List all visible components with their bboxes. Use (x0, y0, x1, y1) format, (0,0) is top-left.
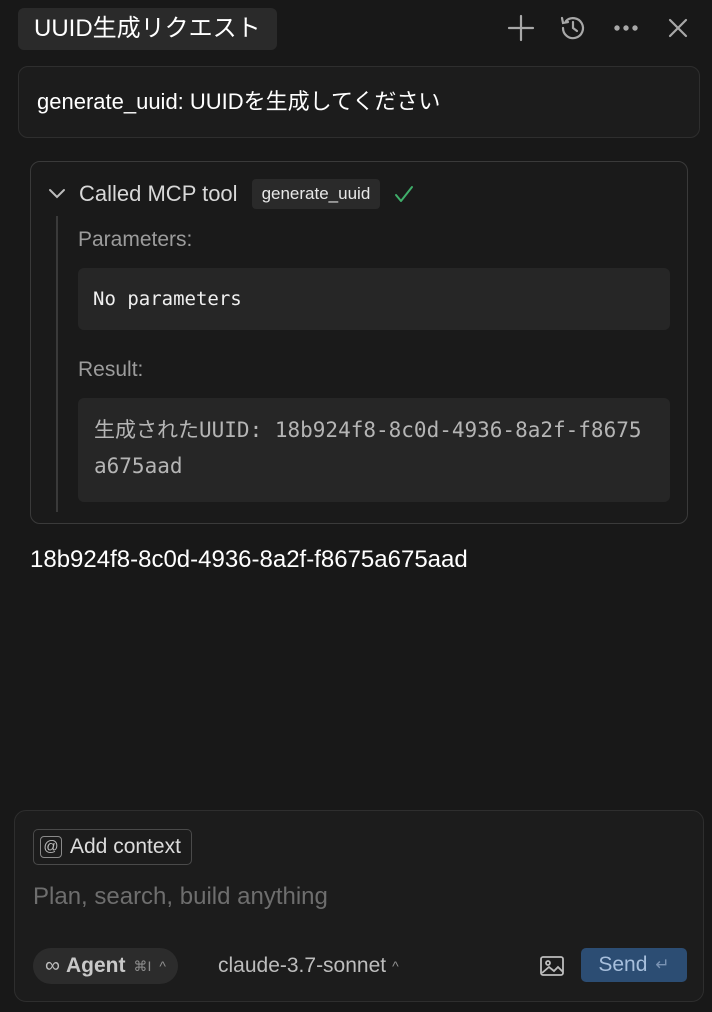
send-button[interactable]: Send ↵ (581, 948, 687, 982)
at-icon: @ (40, 836, 62, 858)
tool-call-header[interactable]: Called MCP tool generate_uuid (47, 178, 416, 210)
close-icon[interactable] (662, 12, 694, 44)
chat-header: UUID生成リクエスト (0, 0, 712, 60)
enter-icon: ↵ (655, 955, 670, 974)
agent-label: Agent (65, 954, 126, 977)
history-icon[interactable] (557, 12, 589, 44)
agent-shortcut: ⌘I (133, 957, 152, 974)
add-context-label: Add context (70, 835, 181, 858)
tool-call-divider (56, 216, 58, 512)
chevron-up-icon: ^ (159, 958, 166, 974)
result-label: Result: (78, 358, 144, 381)
chat-title-tab[interactable]: UUID生成リクエスト (18, 8, 277, 50)
infinity-icon: ∞ (45, 954, 60, 977)
plus-icon[interactable] (505, 12, 537, 44)
composer: @ Add context ∞ Agent ⌘I ^ claude-3.7-so… (14, 810, 704, 1002)
add-context-button[interactable]: @ Add context (33, 829, 192, 865)
more-icon[interactable] (610, 12, 642, 44)
result-value: 生成されたUUID: 18b924f8-8c0d-4936-8a2f-f8675… (78, 398, 670, 502)
tool-call-title: Called MCP tool (79, 181, 238, 206)
image-icon[interactable] (539, 955, 565, 977)
agent-mode-selector[interactable]: ∞ Agent ⌘I ^ (33, 948, 178, 984)
tool-call-card: Called MCP tool generate_uuid Parameters… (30, 161, 688, 524)
tool-name-badge: generate_uuid (251, 179, 381, 209)
model-selector[interactable]: claude-3.7-sonnet ^ (218, 948, 399, 984)
assistant-response: 18b924f8-8c0d-4936-8a2f-f8675a675aad (30, 546, 468, 573)
send-label: Send (598, 953, 648, 976)
check-icon (392, 182, 416, 206)
parameters-value: No parameters (78, 268, 670, 330)
chevron-up-icon: ^ (392, 958, 399, 974)
parameters-label: Parameters: (78, 228, 193, 251)
user-message[interactable]: generate_uuid: UUIDを生成してください (18, 66, 700, 138)
model-label: claude-3.7-sonnet (218, 954, 387, 977)
composer-input[interactable] (33, 877, 683, 917)
chevron-down-icon[interactable] (47, 184, 67, 204)
